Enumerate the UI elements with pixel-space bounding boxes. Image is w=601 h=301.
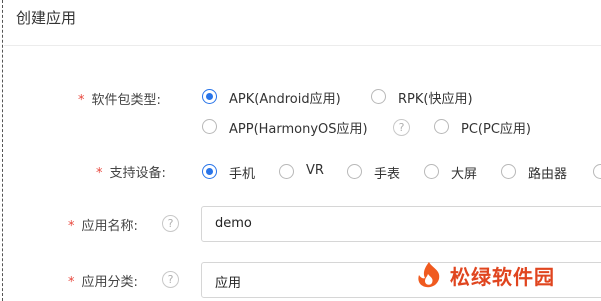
devices-label: * 支持设备: [96,162,166,181]
app-name-input[interactable]: demo [201,206,601,242]
devices-label-text: 支持设备: [109,166,166,181]
help-icon[interactable]: ? [162,215,179,232]
radio-device-router[interactable] [501,164,516,179]
package-type-label: * 软件包类型: [78,89,161,108]
help-icon[interactable]: ? [162,271,179,288]
app-category-label: * 应用分类: [68,271,138,290]
radio-device-phone[interactable] [202,164,217,179]
radio-app-harmonyos-label[interactable]: APP(HarmonyOS应用) [229,118,368,137]
page-title: 创建应用 [16,9,77,27]
radio-device-bigscreen-label[interactable]: 大屏 [451,163,477,182]
left-dashed-border [2,0,3,301]
radio-pc-label[interactable]: PC(PC应用) [461,118,531,137]
radio-device-more[interactable] [593,164,601,179]
radio-device-vr[interactable] [279,164,294,179]
watermark-text: 松绿软件园 [450,264,555,289]
radio-device-phone-label[interactable]: 手机 [229,163,255,182]
radio-device-watch[interactable] [347,164,362,179]
radio-device-router-label[interactable]: 路由器 [528,163,567,182]
radio-apk-label[interactable]: APK(Android应用) [229,88,341,107]
header-divider [4,45,601,46]
radio-app-harmonyos[interactable] [202,119,217,134]
required-mark: * [96,166,103,181]
app-name-label-text: 应用名称: [81,219,138,234]
required-mark: * [78,93,85,108]
watermark: 松绿软件园 [414,255,555,295]
help-icon[interactable]: ? [393,119,410,136]
radio-apk[interactable] [202,89,217,104]
app-category-value: 应用 [215,276,242,291]
required-mark: * [68,219,75,234]
package-type-label-text: 软件包类型: [91,93,161,108]
radio-rpk-label[interactable]: RPK(快应用) [398,88,473,107]
radio-device-bigscreen[interactable] [424,164,439,179]
radio-device-watch-label[interactable]: 手表 [374,163,400,182]
radio-rpk[interactable] [371,89,386,104]
radio-device-vr-label[interactable]: VR [306,163,324,178]
radio-pc[interactable] [434,119,449,134]
app-category-label-text: 应用分类: [81,275,138,290]
app-name-value: demo [215,216,252,231]
flame-logo-icon [418,262,440,288]
app-name-label: * 应用名称: [68,215,138,234]
required-mark: * [68,275,75,290]
